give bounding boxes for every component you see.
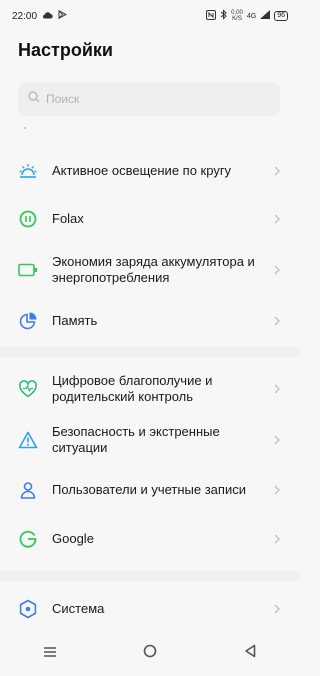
settings-item-label: Система (52, 601, 105, 616)
page-title: Настройки (18, 40, 113, 60)
settings-item-label: Цифровое благополучие и родительский кон… (52, 373, 213, 404)
cloud-icon (42, 11, 53, 22)
settings-item-active-lighting[interactable]: Активное освещение по кругу (0, 155, 300, 187)
chevron-right-icon (272, 432, 282, 448)
chevron-right-icon (272, 482, 282, 498)
settings-item-label: Пользователи и учетные записи (52, 482, 246, 497)
search-icon (28, 90, 40, 108)
settings-item-folax[interactable]: Folax (0, 204, 300, 234)
battery-indicator: 96 (274, 11, 288, 21)
chevron-right-icon (272, 163, 282, 179)
google-icon (18, 529, 38, 549)
warning-icon (18, 430, 38, 450)
section-divider (0, 571, 300, 581)
network-type: 4G (246, 12, 257, 20)
nfc-icon (206, 9, 217, 23)
back-button[interactable] (230, 638, 270, 668)
settings-item-label: Folax (52, 211, 84, 226)
chevron-right-icon (272, 211, 282, 227)
settings-item-google[interactable]: Google (0, 524, 300, 554)
settings-item-label: Память (52, 313, 98, 328)
net-speed: 0,00 K/S (231, 10, 243, 22)
chevron-right-icon (272, 313, 282, 329)
settings-item-label: Google (52, 531, 94, 546)
settings-item-battery[interactable]: Экономия заряда аккумулятора и энергопот… (0, 250, 300, 290)
status-bar: 22:00 0,00 K/S 4G 96 (0, 0, 300, 32)
settings-item-label: Экономия заряда аккумулятора и энергопот… (52, 254, 255, 285)
back-icon (244, 644, 256, 663)
settings-item-label: Активное освещение по кругу (52, 163, 232, 178)
settings-item-digital-wellbeing[interactable]: Цифровое благополучие и родительский кон… (0, 369, 300, 409)
section-divider (0, 347, 300, 357)
heart-icon (18, 379, 38, 399)
scroll-indicator-dot (24, 127, 26, 129)
chevron-right-icon (272, 381, 282, 397)
search-input[interactable]: Поиск (18, 82, 280, 116)
bluetooth-icon (220, 9, 227, 23)
signal-icon (260, 10, 271, 22)
menu-button[interactable] (30, 638, 70, 668)
navigation-bar (0, 630, 300, 676)
home-button[interactable] (130, 638, 170, 668)
chevron-right-icon (272, 531, 282, 547)
menu-icon (44, 644, 56, 662)
chevron-right-icon (272, 601, 282, 617)
settings-item-users-accounts[interactable]: Пользователи и учетные записи (0, 475, 300, 505)
chevron-right-icon (272, 262, 282, 278)
folax-icon (18, 209, 38, 229)
user-icon (18, 480, 38, 500)
storage-pie-icon (18, 311, 38, 331)
status-time: 22:00 (12, 10, 38, 22)
settings-item-safety[interactable]: Безопасность и экстренные ситуации (0, 420, 300, 460)
battery-icon (18, 260, 38, 280)
light-icon (18, 161, 38, 181)
settings-item-system[interactable]: Система (0, 594, 300, 624)
home-icon (143, 644, 157, 663)
settings-item-label: Безопасность и экстренные ситуации (52, 424, 220, 455)
system-icon (18, 599, 38, 619)
settings-item-storage[interactable]: Память (0, 306, 300, 336)
search-placeholder: Поиск (46, 92, 80, 106)
play-store-icon (58, 9, 68, 22)
